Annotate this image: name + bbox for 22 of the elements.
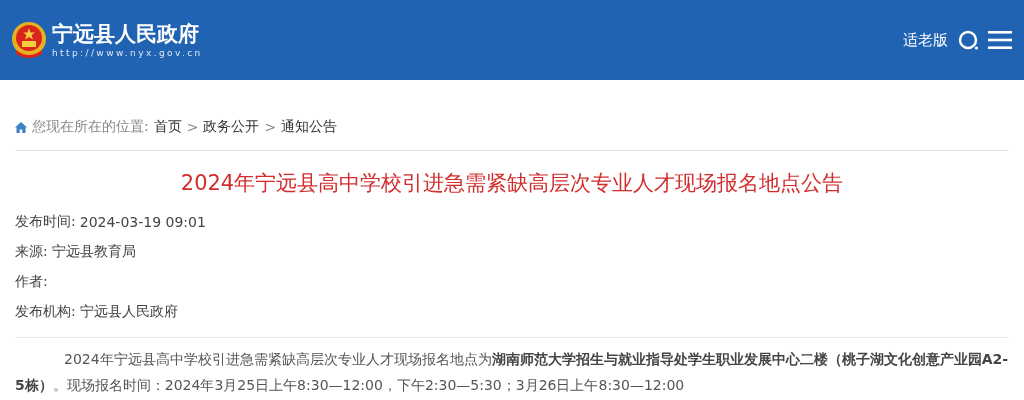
search-icon[interactable] — [958, 29, 980, 51]
meta-value: 2024-03-19 09:01 — [79, 214, 206, 230]
emblem-icon — [10, 20, 48, 60]
breadcrumb-separator: > — [186, 119, 199, 135]
article-title: 2024年宁远县高中学校引进急需紧缺高层次专业人才现场报名地点公告 — [179, 170, 845, 197]
site-url: http://www.nyx.gov.cn — [52, 47, 203, 59]
elder-mode-link[interactable]: 适老版 — [903, 30, 948, 50]
meta-label: 作者: — [15, 273, 48, 291]
site-name[interactable]: 宁远县人民政府 — [52, 21, 203, 47]
breadcrumb-label: 您现在所在的位置: — [32, 118, 149, 136]
meta-value: 宁远县人民政府 — [79, 303, 178, 321]
breadcrumb-separator: > — [264, 119, 277, 135]
meta-value: 宁远县教育局 — [51, 243, 136, 261]
meta-label: 发布机构: — [15, 303, 76, 321]
menu-icon[interactable] — [988, 30, 1012, 50]
breadcrumb-link[interactable]: 通知公告 — [281, 118, 338, 136]
breadcrumb-link[interactable]: 政务公开 — [203, 118, 260, 136]
meta-label: 来源: — [15, 243, 48, 261]
article-paragraph: 2024年宁远县高中学校引进急需紧缺高层次专业人才现场报名地点为湖南师范大学招生与就业指导处学生职业发展中心二楼（桃子湖文化创意产业园A2-5栋）。现场报名时间：2024年3月25日上午8:30—12:00，下午2:30—5:30；3月26日上午8:30—12:00 — [15, 337, 1009, 398]
breadcrumb-link[interactable]: 首页 — [153, 118, 182, 136]
meta-label: 发布时间: — [15, 213, 76, 231]
home-icon[interactable] — [15, 121, 27, 133]
